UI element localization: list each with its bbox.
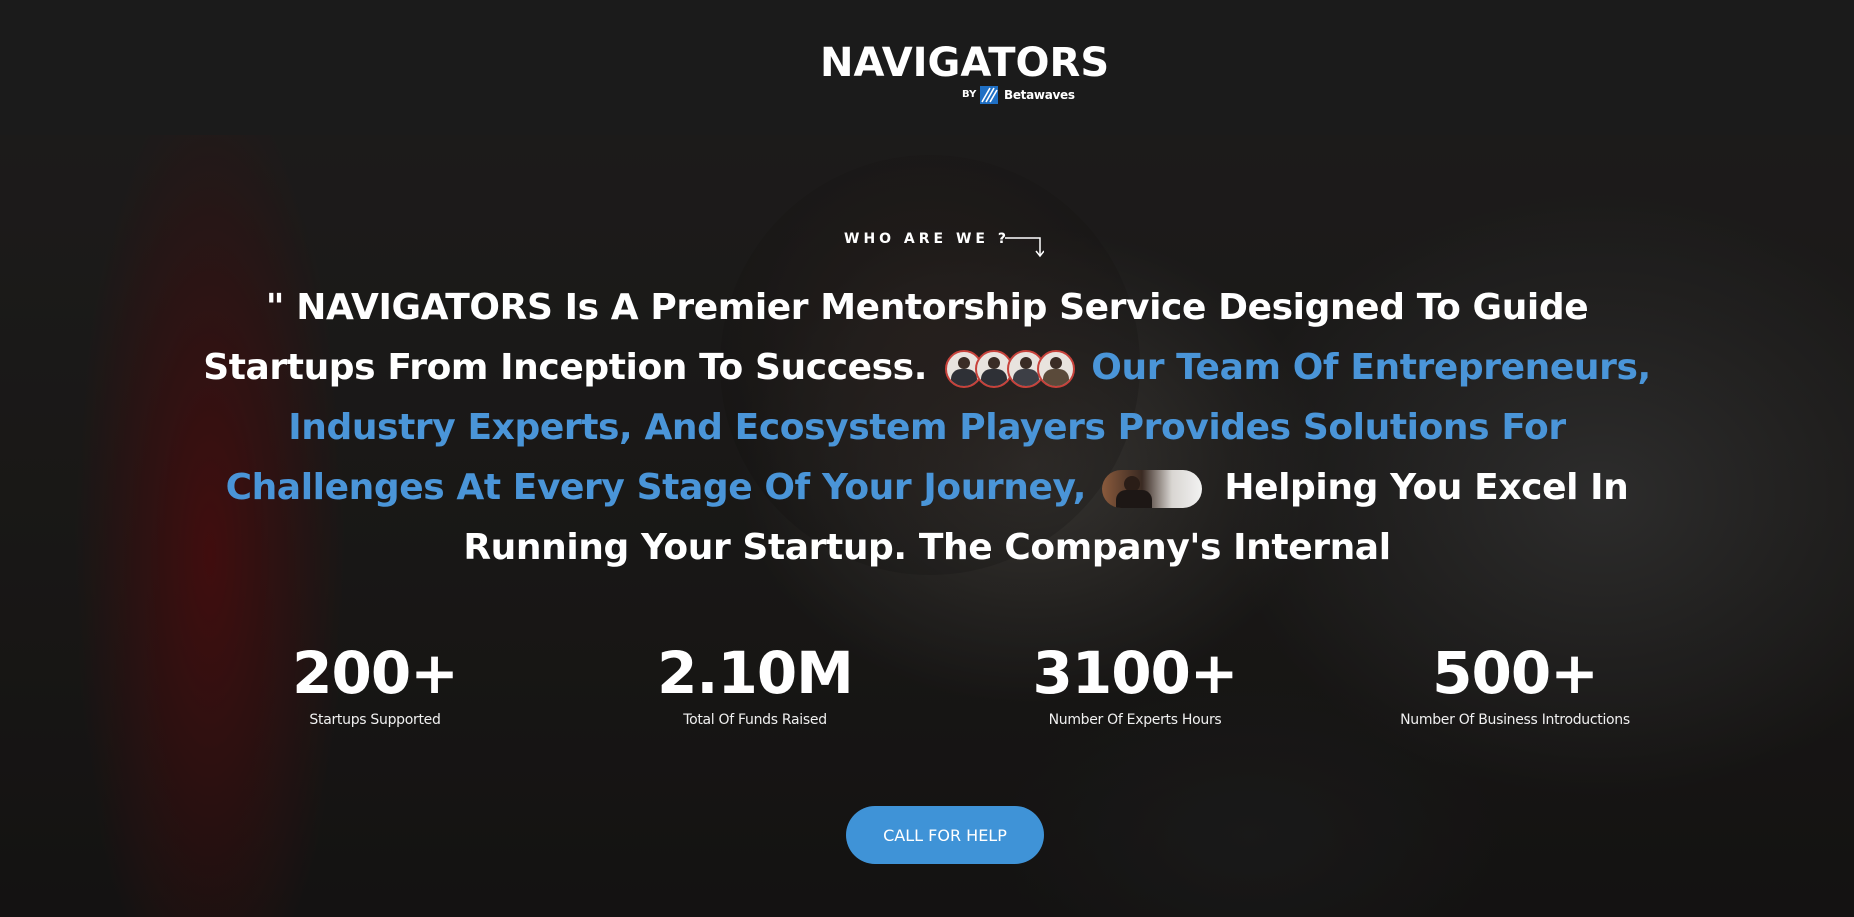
- betawaves-mark-icon: [980, 86, 998, 104]
- turn-down-arrow-icon: [1005, 237, 1044, 258]
- logo-by-label: BY: [962, 89, 977, 100]
- stat-value: 500+: [1432, 639, 1599, 707]
- stat-value: 2.10M: [657, 639, 854, 707]
- navigators-logo[interactable]: NAVIGATORS BY Betawaves: [820, 26, 1109, 108]
- stat-funds-raised: 2.10M Total Of Funds Raised: [565, 638, 945, 728]
- call-for-help-button[interactable]: CALL FOR HELP: [846, 806, 1044, 864]
- stat-expert-hours: 3100+ Number Of Experts Hours: [945, 638, 1325, 728]
- section-eyebrow: WHO ARE WE ?: [844, 231, 1010, 247]
- stat-label: Number Of Business Introductions: [1400, 712, 1630, 728]
- logo-company-name: Betawaves: [1004, 88, 1075, 102]
- mission-statement: " NAVIGATORS Is A Premier Mentorship Ser…: [190, 278, 1664, 578]
- team-photo-pill: [1102, 470, 1203, 508]
- mentor-avatars: [945, 349, 1076, 389]
- site-header: NAVIGATORS BY Betawaves: [0, 0, 1854, 135]
- stat-label: Number Of Experts Hours: [1048, 712, 1222, 728]
- stat-business-introductions: 500+ Number Of Business Introductions: [1325, 638, 1705, 728]
- stat-label: Startups Supported: [309, 712, 441, 728]
- stat-value: 3100+: [1032, 639, 1238, 707]
- stat-value: 200+: [292, 639, 459, 707]
- logo-wordmark: NAVIGATORS: [820, 40, 1110, 86]
- stat-startups-supported: 200+ Startups Supported: [185, 638, 565, 728]
- stat-label: Total Of Funds Raised: [683, 712, 827, 728]
- mentor-avatar: [1037, 350, 1076, 388]
